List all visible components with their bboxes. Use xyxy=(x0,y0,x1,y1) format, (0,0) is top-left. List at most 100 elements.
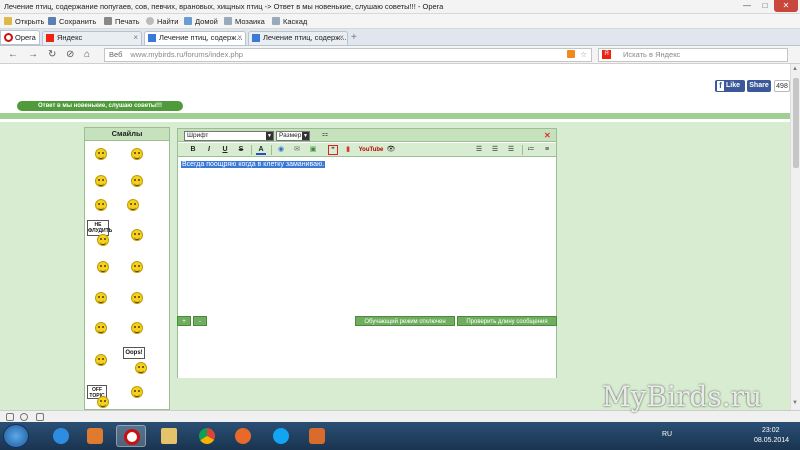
taskbar-opera[interactable] xyxy=(116,425,146,447)
panel-toggle-icon[interactable] xyxy=(6,413,14,421)
smiley-icon[interactable] xyxy=(95,199,107,211)
expand-editor-button[interactable]: + xyxy=(177,316,191,326)
toggle-editor-icon[interactable]: ⚏ xyxy=(320,130,330,140)
spoiler-eye-icon[interactable]: 👁 xyxy=(386,145,396,155)
message-textarea[interactable]: Всегда поощряю когда в клетку заманиваю. xyxy=(178,158,556,378)
image-icon[interactable]: ▣ xyxy=(308,145,318,155)
underline-button[interactable]: U xyxy=(220,145,230,155)
address-bar[interactable]: Веб www.mybirds.ru/forums/index.php ☆ xyxy=(104,48,592,62)
menu-home[interactable]: Домой xyxy=(184,16,218,27)
taskbar-archive[interactable] xyxy=(302,425,332,447)
email-icon[interactable]: ✉ xyxy=(292,145,302,155)
chevron-down-icon: ▼ xyxy=(302,132,309,140)
link-icon[interactable]: ◉ xyxy=(276,145,286,155)
cloud-icon[interactable] xyxy=(20,413,28,421)
smiley-icon[interactable] xyxy=(95,354,107,366)
smiley-icon[interactable] xyxy=(127,199,139,211)
menu-print[interactable]: Печать xyxy=(104,16,140,27)
close-tab-icon[interactable]: × xyxy=(339,32,344,44)
quote-icon[interactable]: ❞ xyxy=(328,145,338,155)
menu-tile[interactable]: Мозаика xyxy=(224,16,265,27)
video-icon[interactable]: ▮ xyxy=(343,145,353,155)
menu-bar: Открыть Сохранить Печать Найти Домой Моз… xyxy=(0,14,800,29)
shrink-editor-button[interactable]: - xyxy=(193,316,207,326)
smiley-icon[interactable] xyxy=(95,322,107,334)
taskbar-explorer[interactable] xyxy=(154,425,184,447)
smiley-icon[interactable] xyxy=(95,148,107,160)
close-tab-icon[interactable]: × xyxy=(237,32,242,44)
rss-icon[interactable] xyxy=(567,50,575,58)
speed-dial-icon[interactable] xyxy=(36,413,44,421)
smiley-icon[interactable] xyxy=(131,229,143,241)
page-scrollbar[interactable]: ▲ ▼ xyxy=(790,64,800,410)
font-select[interactable]: Шрифт ▼ xyxy=(184,131,274,141)
menu-cascade[interactable]: Каскад xyxy=(272,16,307,27)
smiley-icon[interactable] xyxy=(97,261,109,273)
back-button[interactable]: ← xyxy=(8,48,18,61)
smiley-icon[interactable] xyxy=(95,175,107,187)
close-tab-icon[interactable]: × xyxy=(133,32,138,44)
scroll-down-icon[interactable]: ▼ xyxy=(792,400,798,406)
youtube-button[interactable]: YouTube xyxy=(356,145,386,155)
taskbar-media[interactable] xyxy=(80,425,110,447)
align-left-icon[interactable]: ☰ xyxy=(474,145,484,155)
menu-save[interactable]: Сохранить xyxy=(48,16,96,27)
bold-button[interactable]: B xyxy=(188,145,198,155)
scrollbar-thumb[interactable] xyxy=(793,78,799,168)
clock-date[interactable]: 08.05.2014 xyxy=(754,437,789,444)
sign-smiley-no-flood[interactable]: НЕ ФЛУДИТЬ xyxy=(87,220,112,236)
yandex-search-input[interactable]: Я Искать в Яндекс xyxy=(598,48,788,62)
smiley-icon[interactable] xyxy=(135,362,147,374)
tab-bird-forum[interactable]: Лечение птиц, содерж... × xyxy=(248,31,348,45)
smiley-icon[interactable] xyxy=(131,292,143,304)
facebook-share-button[interactable]: Share xyxy=(747,80,771,92)
smiley-icon[interactable] xyxy=(131,261,143,273)
tab-yandex[interactable]: Яндекс × xyxy=(42,31,142,45)
tutorial-mode-button[interactable]: Обучающий режим отключен xyxy=(355,316,455,326)
home-button[interactable]: ⌂ xyxy=(84,48,90,61)
menu-find[interactable]: Найти xyxy=(146,16,178,27)
search-placeholder: Искать в Яндекс xyxy=(623,50,681,59)
opera-menu-button[interactable]: Opera xyxy=(0,30,40,45)
bookmark-star-icon[interactable]: ☆ xyxy=(580,49,587,61)
font-color-button[interactable]: A xyxy=(256,145,266,155)
align-right-icon[interactable]: ☰ xyxy=(506,145,516,155)
taskbar-ie[interactable] xyxy=(46,425,76,447)
language-indicator[interactable]: RU xyxy=(662,431,672,438)
smiley-icon[interactable] xyxy=(131,148,143,160)
strikethrough-button[interactable]: S xyxy=(236,145,246,155)
smiley-icon[interactable] xyxy=(131,175,143,187)
smiley-icon[interactable] xyxy=(97,234,109,246)
reply-topic-button[interactable]: Ответ в мы новенькие, слушаю советы!!! xyxy=(17,101,183,111)
forward-button[interactable]: → xyxy=(28,48,38,61)
align-center-icon[interactable]: ☰ xyxy=(490,145,500,155)
facebook-like-button[interactable]: f Like xyxy=(715,80,745,92)
taskbar-firefox[interactable] xyxy=(228,425,258,447)
save-icon xyxy=(48,17,56,25)
reload-button[interactable]: ↻ xyxy=(48,48,56,61)
smiley-icon[interactable] xyxy=(95,292,107,304)
clock-time[interactable]: 23:02 xyxy=(762,427,780,434)
close-window-button[interactable]: ✕ xyxy=(774,0,798,12)
menu-open[interactable]: Открыть xyxy=(4,16,44,27)
italic-button[interactable]: I xyxy=(204,145,214,155)
smiley-icon[interactable] xyxy=(131,322,143,334)
numbered-list-icon[interactable]: ≔ xyxy=(526,145,536,155)
bullet-list-icon[interactable]: ≡ xyxy=(542,145,552,155)
taskbar-chrome[interactable] xyxy=(192,425,222,447)
smiley-icon[interactable] xyxy=(97,396,109,408)
home-icon xyxy=(184,17,192,25)
start-button[interactable] xyxy=(3,424,29,448)
size-select[interactable]: Размер ▼ xyxy=(276,131,310,141)
new-tab-button[interactable]: + xyxy=(351,32,357,43)
editor-close-button[interactable]: ✕ xyxy=(544,131,551,140)
maximize-button[interactable]: □ xyxy=(756,0,774,12)
smiley-icon[interactable] xyxy=(131,386,143,398)
scroll-up-icon[interactable]: ▲ xyxy=(792,66,798,72)
taskbar-skype[interactable] xyxy=(266,425,296,447)
tab-bird-forum-active[interactable]: Лечение птиц, содерж... × xyxy=(144,31,246,45)
minimize-button[interactable]: — xyxy=(738,0,756,12)
stop-button[interactable]: ⊘ xyxy=(66,48,74,61)
sign-smiley-oops[interactable]: Oops! xyxy=(123,347,145,359)
check-length-button[interactable]: Проверить длину сообщения xyxy=(457,316,557,326)
